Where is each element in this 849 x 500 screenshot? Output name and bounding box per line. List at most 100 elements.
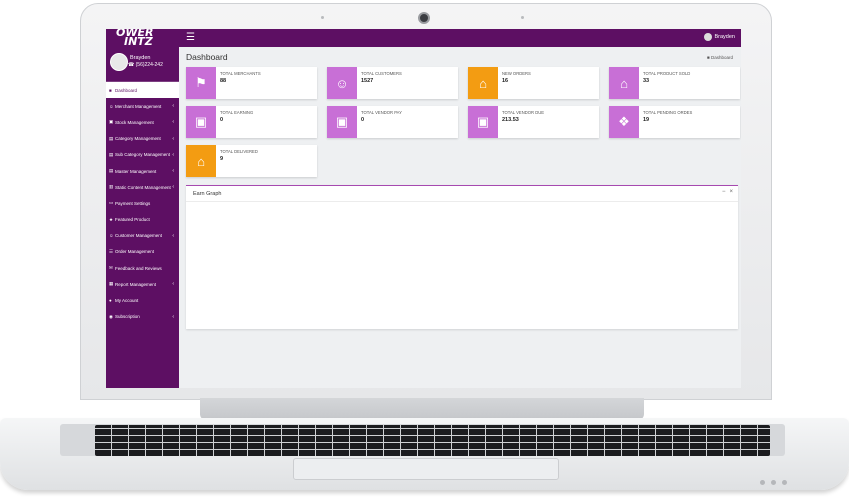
avatar (110, 53, 128, 71)
chevron-left-icon: ‹ (172, 135, 174, 142)
sidebar-item-stock-management[interactable]: ▣ Stock Management ‹ (106, 114, 179, 130)
chevron-left-icon: ‹ (172, 184, 174, 191)
sidebar-item-dashboard[interactable]: ■ Dashboard (106, 82, 179, 99)
sidebar-item-payment-settings[interactable]: ▭ Payment Settings (106, 195, 179, 211)
keyboard (95, 425, 770, 456)
sidebar-nav: ■ Dashboard ☺ Merchant Management ‹ ▣ Stock Ma… (106, 82, 179, 325)
sidebar-item-feedback-and-reviews[interactable]: ✉ Feedback and Reviews (106, 260, 179, 276)
chevron-left-icon: ‹ (172, 103, 174, 110)
stat-label: TOTAL VENDOR DUE (502, 110, 545, 115)
gift-icon: ❖ (609, 106, 639, 138)
sensor-dot (521, 16, 524, 19)
user-name: Brayden (714, 34, 736, 40)
sidebar-item-master-management[interactable]: ▤ Master Management ‹ (106, 163, 179, 179)
sidebar-item-label: Sub Category Management (115, 152, 171, 158)
chevron-left-icon: ‹ (172, 119, 174, 126)
stat-label: TOTAL EARNING (220, 110, 254, 115)
panel-tools: − × (722, 189, 733, 195)
stat-label: TOTAL PENDING ORDES (643, 110, 693, 115)
panel-title: Earn Graph (193, 191, 222, 197)
user-icon: ☺ (327, 67, 357, 99)
stat-label: TOTAL CUSTOMERS (361, 71, 402, 76)
breadcrumb[interactable]: ■ Dashboard (707, 55, 733, 60)
sidebar-item-label: Report Management (115, 281, 157, 287)
stat-card-total-merchants[interactable]: ⚑ TOTAL MERCHANTS 88 (186, 67, 317, 99)
sidebar-item-label: Static Content Management (115, 184, 171, 190)
stat-card-total-vendor-due[interactable]: ▣ TOTAL VENDOR DUE 213.53 (468, 106, 599, 138)
stat-card-total-product-sold[interactable]: ⌂ TOTAL PRODUCT SOLD 33 (609, 67, 740, 99)
stat-card-total-vendor-pay[interactable]: ▣ TOTAL VENDOR PAY 0 (327, 106, 458, 138)
sidebar-item-report-management[interactable]: ▦ Report Management ‹ (106, 276, 179, 292)
sidebar-item-order-management[interactable]: ☰ Order Management (106, 244, 179, 260)
stat-card-total-earning[interactable]: ▣ TOTAL EARNING 0 (186, 106, 317, 138)
breadcrumb-label: Dashboard (710, 55, 733, 60)
main-content: Dashboard ■ Dashboard ⚑ TOTAL MERCHANTS 88… (179, 47, 741, 388)
page-title: Dashboard (186, 52, 228, 62)
avatar (703, 33, 712, 41)
profile-phone-number: (56)224-242 (135, 62, 163, 68)
money-icon: ▣ (186, 106, 216, 138)
sidebar-item-my-account[interactable]: ● My Account (106, 292, 179, 308)
stat-card-total-customers[interactable]: ☺ TOTAL CUSTOMERS 1527 (327, 67, 458, 99)
sidebar-item-label: Feedback and Reviews (115, 265, 162, 271)
sensor-dot (321, 16, 324, 19)
stat-label: NEW ORDERS (502, 71, 531, 76)
sidebar-item-label: Category Management (115, 136, 161, 142)
sidebar-item-static-content-management[interactable]: ▥ Static Content Management ‹ (106, 179, 179, 195)
sidebar-item-label: Subscription (115, 314, 140, 320)
stat-value: 19 (643, 117, 650, 123)
cart-icon: ⌂ (609, 67, 639, 99)
sidebar-item-label: Stock Management (115, 119, 154, 125)
close-icon[interactable]: × (729, 189, 733, 195)
sidebar-item-label: Master Management (115, 168, 157, 174)
earn-graph-panel: Earn Graph − × (186, 185, 738, 329)
stat-card-total-delivered[interactable]: ⌂ TOTAL DELIVERED 9 (186, 145, 317, 177)
sidebar-item-label: Merchant Management (115, 103, 162, 109)
bars-icon[interactable]: ☰ (186, 32, 195, 43)
sidebar: Brayden ☎ (56)224-242 ■ Dashboard ☺ Merchan… (106, 47, 179, 388)
money-icon: ▣ (327, 106, 357, 138)
laptop-screen: OWER INTZ ☰ Brayden Brayden ☎ (56)224-24… (106, 29, 741, 388)
chevron-left-icon: ‹ (172, 281, 174, 288)
stat-label: TOTAL MERCHANTS (220, 71, 261, 76)
sidebar-item-category-management[interactable]: ▤ Category Management ‹ (106, 131, 179, 147)
sidebar-item-customer-management[interactable]: ☺ Customer Management ‹ (106, 228, 179, 244)
stat-value: 213.53 (502, 117, 519, 123)
bookmark-icon: ⚑ (186, 67, 216, 99)
chevron-left-icon: ‹ (172, 151, 174, 158)
stat-value: 1527 (361, 78, 374, 84)
sidebar-item-merchant-management[interactable]: ☺ Merchant Management ‹ (106, 98, 179, 114)
sidebar-item-sub-category-management[interactable]: ▤ Sub Category Management ‹ (106, 147, 179, 163)
stat-value: 0 (220, 117, 224, 123)
sidebar-item-featured-product[interactable]: ★ Featured Product (106, 212, 179, 228)
minus-icon[interactable]: − (722, 189, 726, 195)
stat-value: 0 (361, 117, 365, 123)
laptop-hinge (200, 398, 644, 420)
sidebar-item-label: Featured Product (115, 217, 150, 223)
profile-phone: ☎ (56)224-242 (128, 62, 163, 68)
stat-card-total-pending-ordes[interactable]: ❖ TOTAL PENDING ORDES 19 (609, 106, 740, 138)
dashboard-icon: ■ (707, 55, 710, 60)
status-lights (760, 480, 787, 485)
stat-value: 16 (502, 78, 509, 84)
stat-card-new-orders[interactable]: ⌂ NEW ORDERS 16 (468, 67, 599, 99)
sidebar-item-label: Dashboard (115, 87, 138, 93)
stat-value: 9 (220, 156, 224, 162)
cart-icon: ⌂ (186, 145, 216, 177)
sidebar-item-label: Order Management (115, 249, 155, 255)
money-icon: ▣ (468, 106, 498, 138)
top-navbar: OWER INTZ ☰ Brayden (106, 29, 741, 47)
touchpad (293, 458, 559, 480)
cart-icon: ⌂ (468, 67, 498, 99)
sidebar-item-label: Payment Settings (115, 200, 151, 206)
user-menu[interactable]: Brayden (703, 33, 736, 41)
brand-logo[interactable]: OWER INTZ (116, 29, 153, 47)
phone-icon: ☎ (128, 62, 135, 68)
stat-label: TOTAL PRODUCT SOLD (643, 71, 691, 76)
sidebar-profile: Brayden ☎ (56)224-242 (106, 47, 179, 82)
profile-name: Brayden (130, 55, 151, 61)
chevron-left-icon: ‹ (172, 168, 174, 175)
sidebar-item-subscription[interactable]: ◉ Subscription ‹ (106, 309, 179, 325)
stat-value: 33 (643, 78, 650, 84)
stat-label: TOTAL VENDOR PAY (361, 110, 402, 115)
